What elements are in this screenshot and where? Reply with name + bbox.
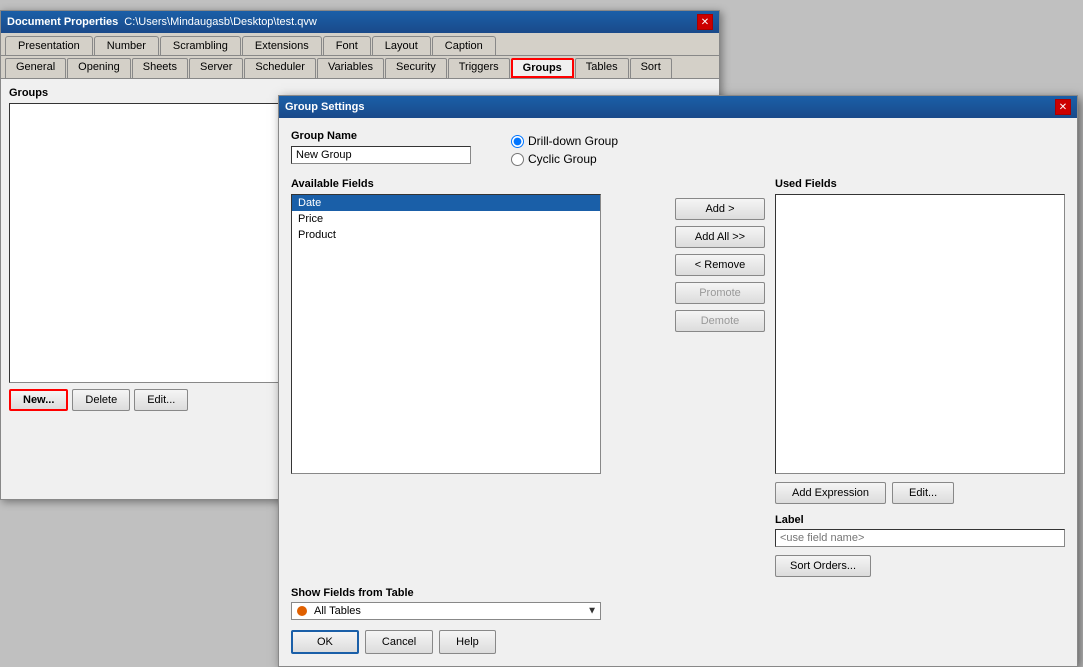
tab-variables[interactable]: Variables	[317, 58, 384, 78]
tab-sheets[interactable]: Sheets	[132, 58, 188, 78]
remove-button[interactable]: < Remove	[675, 254, 765, 276]
edit-button[interactable]: Edit...	[134, 389, 188, 411]
radio-drilldown-label: Drill-down Group	[528, 134, 618, 148]
sort-orders-button[interactable]: Sort Orders...	[775, 555, 871, 577]
available-fields-listbox[interactable]: Date Price Product	[291, 194, 601, 474]
used-fields-section: Used Fields Add Expression Edit... Label…	[775, 178, 1065, 577]
radio-drilldown[interactable]: Drill-down Group	[511, 134, 618, 148]
field-date[interactable]: Date	[292, 195, 600, 211]
promote-button[interactable]: Promote	[675, 282, 765, 304]
add-expression-button[interactable]: Add Expression	[775, 482, 886, 504]
window-titlebar: Document Properties C:\Users\Mindaugasb\…	[1, 11, 719, 33]
new-button[interactable]: New...	[9, 389, 68, 411]
dialog-body: Group Name Drill-down Group Cyclic Group…	[279, 118, 1077, 666]
demote-button[interactable]: Demote	[675, 310, 765, 332]
label-input[interactable]	[775, 529, 1065, 547]
tab-number[interactable]: Number	[94, 36, 159, 55]
window-path: C:\Users\Mindaugasb\Desktop\test.qvw	[124, 16, 317, 28]
show-fields-select-wrapper: All Tables ▼	[291, 602, 601, 620]
field-product[interactable]: Product	[292, 227, 600, 243]
groups-panel: Groups New... Delete Edit...	[9, 87, 279, 491]
tab-scheduler[interactable]: Scheduler	[244, 58, 316, 78]
tab-tables[interactable]: Tables	[575, 58, 629, 78]
dialog-ok-row: OK Cancel Help	[291, 630, 1065, 654]
show-fields-row: Show Fields from Table All Tables ▼	[291, 587, 1065, 620]
available-fields-label: Available Fields	[291, 178, 665, 190]
used-fields-listbox[interactable]	[775, 194, 1065, 474]
tab-groups[interactable]: Groups	[511, 58, 574, 78]
tabs-row-2: General Opening Sheets Server Scheduler …	[1, 56, 719, 79]
dialog-title: Group Settings	[285, 101, 364, 113]
tab-general[interactable]: General	[5, 58, 66, 78]
radio-section: Drill-down Group Cyclic Group	[511, 134, 618, 166]
edit-used-button[interactable]: Edit...	[892, 482, 954, 504]
dialog-close-button[interactable]: ✕	[1055, 99, 1071, 115]
tab-triggers[interactable]: Triggers	[448, 58, 510, 78]
window-title-left: Document Properties C:\Users\Mindaugasb\…	[7, 16, 317, 28]
show-fields-select[interactable]: All Tables	[291, 602, 601, 620]
fields-row: Available Fields Date Price Product Add …	[291, 178, 1065, 577]
help-button[interactable]: Help	[439, 630, 496, 654]
tab-server[interactable]: Server	[189, 58, 243, 78]
tab-caption[interactable]: Caption	[432, 36, 496, 55]
delete-button[interactable]: Delete	[72, 389, 130, 411]
groups-buttons: New... Delete Edit...	[9, 389, 279, 411]
label-section-label: Label	[775, 514, 1065, 526]
label-section: Label	[775, 514, 1065, 547]
radio-cyclic[interactable]: Cyclic Group	[511, 152, 618, 166]
tab-extensions[interactable]: Extensions	[242, 36, 322, 55]
tab-layout[interactable]: Layout	[372, 36, 431, 55]
field-price[interactable]: Price	[292, 211, 600, 227]
action-buttons: Add > Add All >> < Remove Promote Demote	[675, 178, 765, 332]
tab-font[interactable]: Font	[323, 36, 371, 55]
show-fields-label: Show Fields from Table	[291, 587, 1065, 599]
available-fields-section: Available Fields Date Price Product	[291, 178, 665, 474]
cancel-button[interactable]: Cancel	[365, 630, 433, 654]
group-name-label: Group Name	[291, 130, 471, 142]
tab-presentation[interactable]: Presentation	[5, 36, 93, 55]
group-name-row: Group Name Drill-down Group Cyclic Group	[291, 130, 1065, 166]
add-all-button[interactable]: Add All >>	[675, 226, 765, 248]
window-close-button[interactable]: ✕	[697, 14, 713, 30]
dialog-titlebar: Group Settings ✕	[279, 96, 1077, 118]
groups-listbox[interactable]	[9, 103, 279, 383]
tabs-row-1: Presentation Number Scrambling Extension…	[1, 33, 719, 56]
used-fields-label: Used Fields	[775, 178, 1065, 190]
window-title: Document Properties	[7, 16, 118, 28]
groups-label: Groups	[9, 87, 279, 99]
tab-scrambling[interactable]: Scrambling	[160, 36, 241, 55]
group-settings-dialog: Group Settings ✕ Group Name Drill-down G…	[278, 95, 1078, 667]
radio-cyclic-label: Cyclic Group	[528, 152, 597, 166]
group-name-input[interactable]	[291, 146, 471, 164]
group-name-section: Group Name	[291, 130, 471, 164]
add-button[interactable]: Add >	[675, 198, 765, 220]
tab-security[interactable]: Security	[385, 58, 447, 78]
tab-opening[interactable]: Opening	[67, 58, 131, 78]
ok-button[interactable]: OK	[291, 630, 359, 654]
tab-sort[interactable]: Sort	[630, 58, 672, 78]
